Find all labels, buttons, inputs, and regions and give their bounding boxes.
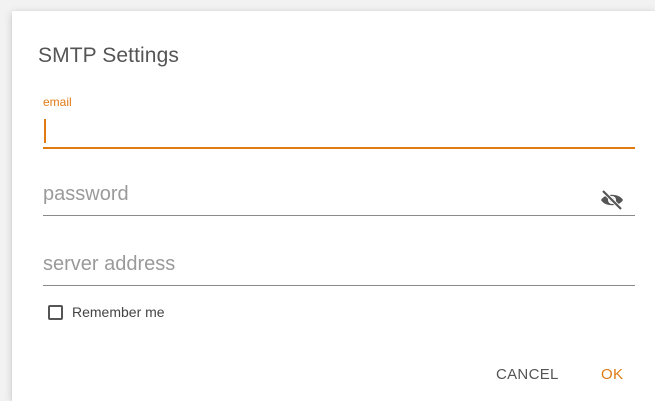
remember-me-checkbox[interactable]: Remember me	[48, 302, 165, 322]
smtp-settings-dialog: SMTP Settings email password server addr…	[12, 11, 655, 401]
cancel-button[interactable]: CANCEL	[496, 366, 559, 383]
checkbox-box[interactable]	[48, 304, 63, 320]
server-address-underline	[43, 285, 635, 286]
password-placeholder: password	[43, 183, 129, 205]
ok-button[interactable]: OK	[601, 366, 623, 383]
text-cursor	[44, 119, 46, 143]
password-underline	[43, 215, 635, 216]
server-address-field[interactable]: server address	[43, 251, 635, 287]
server-address-placeholder: server address	[43, 253, 176, 275]
remember-me-label: Remember me	[72, 304, 165, 320]
dialog-title: SMTP Settings	[38, 44, 179, 67]
password-field[interactable]: password	[43, 181, 635, 217]
email-field[interactable]: email	[43, 95, 635, 150]
email-underline	[43, 147, 635, 149]
eye-off-icon[interactable]	[599, 189, 625, 211]
email-label: email	[43, 95, 72, 109]
